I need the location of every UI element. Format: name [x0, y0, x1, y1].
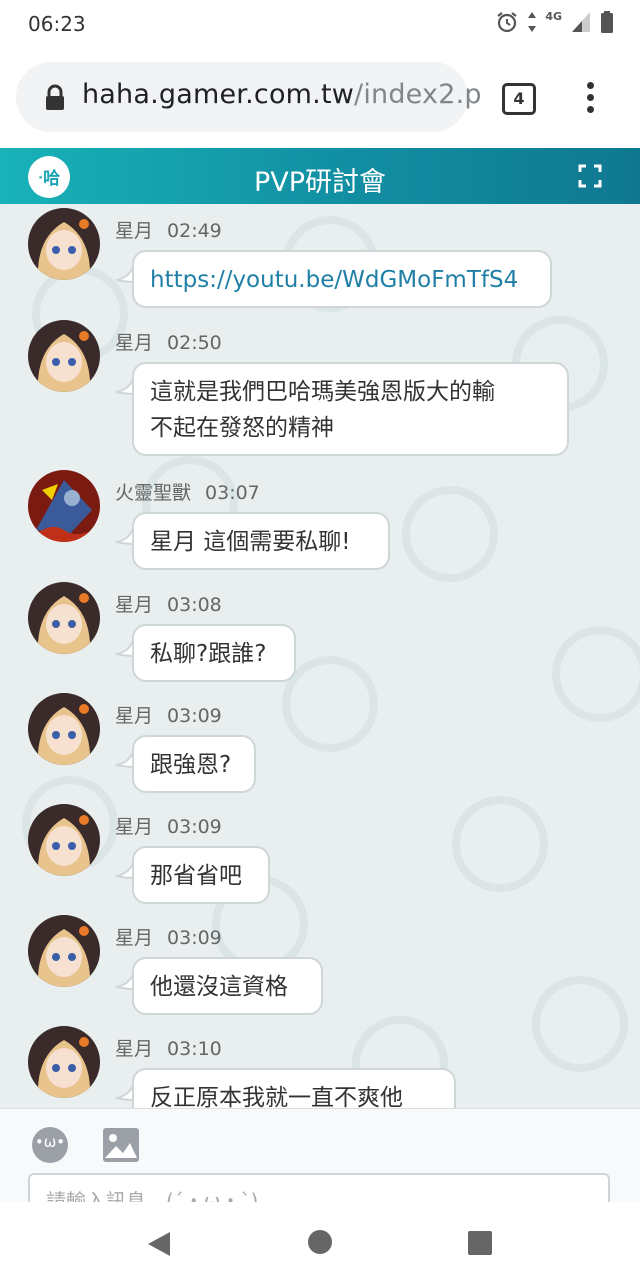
message-text: 星月 這個需要私聊!	[132, 512, 390, 570]
message-link[interactable]: https://youtu.be/WdGMoFmTfS4	[132, 250, 552, 308]
status-bar: 06:23 4G	[0, 0, 640, 48]
message-time: 03:07	[205, 482, 260, 504]
message-user: 火靈聖獸	[115, 482, 192, 504]
chat-messages[interactable]: 星月 02:49 https://youtu.be/WdGMoFmTfS4 星月 0…	[0, 204, 640, 1108]
message-meta: 星月 03:10	[115, 1034, 222, 1061]
avatar[interactable]	[28, 693, 100, 765]
avatar[interactable]	[28, 915, 100, 987]
message-meta: 星月 03:08	[115, 590, 222, 617]
fullscreen-icon[interactable]	[578, 164, 602, 188]
avatar[interactable]	[28, 582, 100, 654]
menu-dot-icon	[586, 106, 594, 113]
message-text: 這就是我們巴哈瑪美強恩版大的輸 不起在發怒的精神	[132, 362, 569, 456]
message-time: 03:08	[167, 594, 222, 616]
url-host: haha.gamer.com.tw	[82, 79, 355, 110]
message-time: 03:09	[167, 705, 222, 727]
system-nav-bar	[0, 1202, 640, 1280]
message-meta: 星月 03:09	[115, 923, 222, 950]
message-text: 那省省吧	[132, 846, 270, 904]
message-meta: 星月 03:09	[115, 812, 222, 839]
message-time: 03:10	[167, 1038, 222, 1060]
tab-switcher-button[interactable]: 4	[502, 83, 536, 115]
message-text: 跟強恩?	[132, 735, 256, 793]
message-time: 03:09	[167, 927, 222, 949]
message-time: 03:09	[167, 816, 222, 838]
avatar[interactable]	[28, 208, 100, 280]
message-meta: 星月 03:09	[115, 701, 222, 728]
message-text: 私聊?跟誰?	[132, 624, 296, 682]
emoji-button[interactable]: •ω•	[32, 1127, 68, 1163]
url-text[interactable]: haha.gamer.com.tw/index2.p	[82, 79, 482, 110]
home-icon[interactable]	[307, 1229, 333, 1255]
message-user: 星月	[115, 705, 154, 727]
menu-dot-icon	[586, 94, 594, 101]
battery-icon	[601, 11, 613, 33]
avatar[interactable]	[28, 320, 100, 392]
message-user: 星月	[115, 927, 154, 949]
message-meta: 星月 02:50	[115, 328, 222, 355]
message-text: 他還沒這資格	[132, 957, 323, 1015]
alarm-icon	[497, 12, 517, 33]
browser-menu-button[interactable]	[584, 82, 596, 116]
message-meta: 火靈聖獸 03:07	[115, 478, 260, 505]
status-time: 06:23	[28, 12, 86, 36]
chat-header: ᐧ哈 PVP研討會	[0, 148, 640, 204]
room-title: PVP研討會	[253, 167, 387, 198]
message-text: 反正原本我就一直不爽他	[132, 1068, 456, 1108]
lock-icon	[46, 84, 64, 110]
browser-toolbar: haha.gamer.com.tw/index2.p 4	[0, 48, 640, 148]
signal-icon	[572, 12, 590, 32]
message-line: 不起在發怒的精神	[150, 415, 334, 441]
message-line: 這就是我們巴哈瑪美強恩版大的輸	[150, 379, 495, 405]
address-bar[interactable]: haha.gamer.com.tw/index2.p	[16, 62, 482, 132]
url-path: /index2.p	[354, 79, 482, 110]
message-meta: 星月 02:49	[115, 216, 222, 243]
avatar[interactable]	[28, 1026, 100, 1098]
composer-bar: •ω• 請輸入訊息…(´・ω・`)	[0, 1108, 640, 1213]
data-arrows-icon	[528, 12, 537, 32]
message-user: 星月	[115, 332, 154, 354]
recents-icon[interactable]	[467, 1230, 493, 1256]
message-time: 02:49	[167, 220, 222, 242]
message-user: 星月	[115, 220, 154, 242]
message-user: 星月	[115, 594, 154, 616]
image-upload-icon[interactable]	[102, 1127, 140, 1163]
network-type: 4G	[545, 9, 562, 23]
avatar[interactable]	[28, 470, 100, 542]
message-user: 星月	[115, 1038, 154, 1060]
emoji-icon: •ω•	[34, 1133, 66, 1151]
menu-dot-icon	[586, 82, 594, 89]
back-icon[interactable]	[146, 1230, 172, 1258]
avatar[interactable]	[28, 804, 100, 876]
message-user: 星月	[115, 816, 154, 838]
message-time: 02:50	[167, 332, 222, 354]
